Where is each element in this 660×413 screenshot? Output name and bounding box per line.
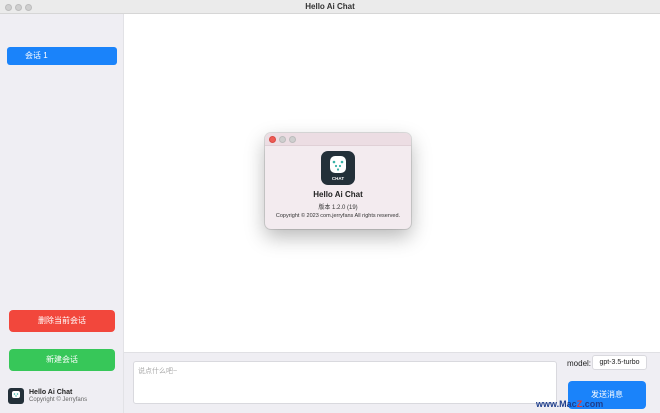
watermark: www.MacZ.com — [536, 399, 603, 409]
dialog-zoom-icon — [289, 136, 296, 143]
model-select[interactable]: gpt-3.5-turbo — [592, 355, 647, 370]
dialog-copyright: Copyright © 2023 com.jerryfans All right… — [275, 213, 401, 219]
app-icon-text: CHAT — [332, 176, 344, 181]
window-title: Hello Ai Chat — [305, 2, 355, 11]
new-session-button[interactable]: 新建会话 — [9, 349, 115, 371]
delete-session-button[interactable]: 删除当前会话 — [9, 310, 115, 332]
app-logo-icon — [8, 388, 24, 404]
dialog-version: 版本 1.2.0 (19) — [318, 205, 358, 211]
dialog-close-icon[interactable] — [269, 136, 276, 143]
session-item[interactable]: 会话 1 — [7, 47, 117, 65]
about-dialog: CHAT Hello Ai Chat 版本 1.2.0 (19) Copyrig… — [265, 133, 411, 229]
dialog-app-name: Hello Ai Chat — [313, 190, 363, 199]
dialog-titlebar — [265, 133, 411, 146]
app-icon: CHAT — [321, 151, 355, 185]
sidebar: 会话 1 删除当前会话 新建会话 Hello Ai Chat Copyright… — [0, 14, 124, 413]
brand-name: Hello Ai Chat — [29, 389, 73, 396]
model-label: model: — [567, 359, 592, 368]
message-input[interactable]: 说点什么吧~ — [133, 361, 557, 404]
watermark-suffix: .com — [582, 399, 604, 409]
watermark-prefix: www.Mac — [536, 399, 577, 409]
window-titlebar: Hello Ai Chat — [0, 0, 660, 14]
brand-copyright: Copyright © Jerryfans — [29, 397, 88, 403]
dialog-minimize-icon — [279, 136, 286, 143]
